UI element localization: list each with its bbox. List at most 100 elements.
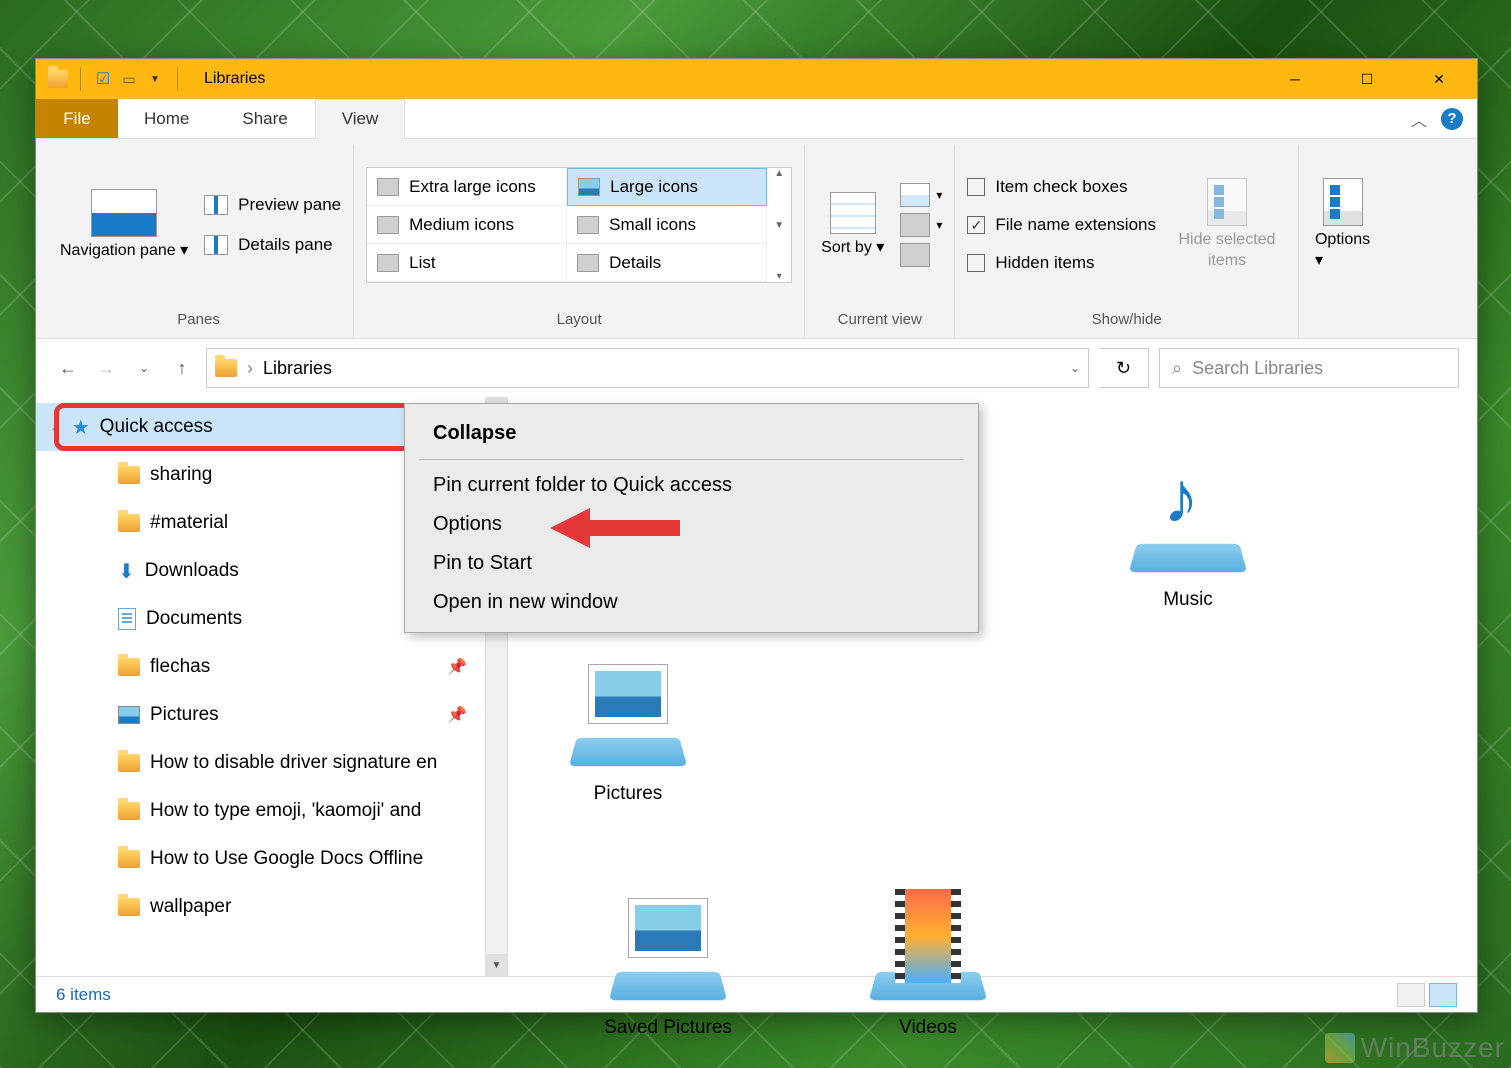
sidebar-item-label: #material bbox=[150, 512, 228, 534]
sidebar-item[interactable]: Pictures📌 bbox=[36, 691, 507, 739]
current-view-group-label: Current view bbox=[817, 305, 942, 338]
medium-icons-button[interactable]: Medium icons bbox=[367, 206, 567, 244]
forward-button[interactable]: → bbox=[92, 354, 120, 382]
quick-access-label: Quick access bbox=[100, 416, 213, 438]
medium-icons-icon bbox=[377, 216, 399, 234]
home-tab[interactable]: Home bbox=[118, 99, 216, 138]
list-button[interactable]: List bbox=[367, 244, 567, 282]
scroll-down-icon[interactable]: ▼ bbox=[486, 954, 507, 976]
document-icon bbox=[118, 608, 136, 630]
library-label: Saved Pictures bbox=[604, 1017, 732, 1039]
hidden-items-toggle[interactable]: Hidden items bbox=[967, 247, 1156, 279]
ribbon: Navigation pane ▾ Preview pane Details p… bbox=[36, 139, 1477, 339]
sidebar-item[interactable]: flechas📌 bbox=[36, 643, 507, 691]
search-input[interactable]: ⌕ Search Libraries bbox=[1159, 348, 1459, 388]
scroll-down-icon[interactable]: ▼ bbox=[774, 220, 784, 231]
layout-group: Extra large icons Large icons ▲ ▼ ▾ Medium… bbox=[354, 145, 805, 338]
ctx-options[interactable]: Options bbox=[405, 505, 978, 544]
share-tab[interactable]: Share bbox=[216, 99, 314, 138]
navigation-pane-button[interactable]: Navigation pane ▾ bbox=[56, 189, 192, 262]
maximize-button[interactable]: ☐ bbox=[1331, 59, 1403, 99]
size-columns-button[interactable] bbox=[900, 243, 942, 267]
add-columns-button[interactable]: ▾ bbox=[900, 213, 942, 237]
folder-icon bbox=[118, 754, 140, 772]
xl-icons-icon bbox=[377, 178, 399, 196]
chevron-down-icon[interactable]: ⌄ bbox=[50, 419, 62, 436]
large-icons-button[interactable]: Large icons bbox=[567, 168, 767, 206]
sidebar-item-label: How to Use Google Docs Offline bbox=[150, 848, 423, 870]
status-bar: 6 items bbox=[36, 976, 1477, 1012]
sort-by-icon bbox=[830, 192, 876, 234]
sidebar-item-label: How to type emoji, 'kaomoji' and bbox=[150, 800, 421, 822]
up-button[interactable]: ↑ bbox=[168, 354, 196, 382]
help-icon[interactable]: ? bbox=[1441, 108, 1463, 130]
sidebar-item[interactable]: How to type emoji, 'kaomoji' and bbox=[36, 787, 507, 835]
folder-icon bbox=[118, 658, 140, 676]
file-tab[interactable]: File bbox=[36, 99, 118, 138]
ctx-collapse[interactable]: Collapse bbox=[405, 414, 978, 453]
layout-scroll[interactable]: ▲ ▼ ▾ bbox=[767, 168, 791, 282]
sidebar-item-label: How to disable driver signature en bbox=[150, 752, 437, 774]
new-folder-icon[interactable]: ▭ bbox=[119, 69, 139, 89]
folder-icon bbox=[215, 359, 237, 377]
group-by-button[interactable]: ▾ bbox=[900, 183, 942, 207]
address-input[interactable]: › Libraries ⌄ bbox=[206, 348, 1089, 388]
item-count: 6 items bbox=[56, 985, 111, 1005]
small-icons-button[interactable]: Small icons bbox=[567, 206, 767, 244]
nav-pane-label: Navigation pane ▾ bbox=[60, 241, 188, 262]
library-label: Pictures bbox=[594, 783, 663, 805]
scroll-up-icon[interactable]: ▲ bbox=[774, 168, 784, 179]
refresh-button[interactable]: ↻ bbox=[1099, 348, 1149, 388]
details-button[interactable]: Details bbox=[567, 244, 767, 282]
recent-locations-button[interactable]: ⌄ bbox=[130, 354, 158, 382]
titlebar[interactable]: ☑ ▭ ▼ Libraries ─ ☐ ✕ bbox=[36, 59, 1477, 99]
back-button[interactable]: ← bbox=[54, 354, 82, 382]
ctx-pin-current[interactable]: Pin current folder to Quick access bbox=[405, 466, 978, 505]
show-hide-group: Item check boxes ✓File name extensions H… bbox=[955, 145, 1299, 338]
details-pane-button[interactable]: Details pane bbox=[204, 235, 341, 255]
properties-icon[interactable]: ☑ bbox=[93, 69, 113, 89]
sidebar-item[interactable]: How to disable driver signature en bbox=[36, 739, 507, 787]
divider bbox=[177, 67, 178, 91]
sidebar-item[interactable]: wallpaper bbox=[36, 883, 507, 931]
address-dropdown-icon[interactable]: ⌄ bbox=[1070, 361, 1080, 375]
qat-dropdown-icon[interactable]: ▼ bbox=[145, 69, 165, 89]
window-title: Libraries bbox=[204, 70, 265, 88]
address-bar: ← → ⌄ ↑ › Libraries ⌄ ↻ ⌕ Search Librari… bbox=[36, 339, 1477, 397]
details-pane-icon bbox=[204, 235, 228, 255]
collapse-ribbon-icon[interactable]: ︿ bbox=[1411, 107, 1427, 131]
ctx-new-window[interactable]: Open in new window bbox=[405, 583, 978, 622]
breadcrumb-location[interactable]: Libraries bbox=[263, 358, 332, 379]
library-item-pictures[interactable]: Pictures bbox=[538, 651, 718, 805]
current-view-group: Sort by ▾ ▾ ▾ Current view bbox=[805, 145, 955, 338]
size-columns-icon bbox=[900, 243, 930, 267]
list-icon bbox=[377, 254, 399, 272]
extra-large-icons-button[interactable]: Extra large icons bbox=[367, 168, 567, 206]
details-view-button[interactable] bbox=[1397, 983, 1425, 1007]
view-tab[interactable]: View bbox=[315, 99, 406, 139]
folder-icon bbox=[118, 514, 140, 532]
sort-by-button[interactable]: Sort by ▾ bbox=[817, 192, 888, 259]
close-button[interactable]: ✕ bbox=[1403, 59, 1475, 99]
folder-icon bbox=[118, 802, 140, 820]
hide-selected-button[interactable]: Hide selected items bbox=[1168, 178, 1286, 272]
scroll-more-icon[interactable]: ▾ bbox=[777, 271, 782, 282]
options-group: Options▾ bbox=[1299, 145, 1386, 338]
watermark-icon bbox=[1325, 1033, 1355, 1063]
icons-view-button[interactable] bbox=[1429, 983, 1457, 1007]
ctx-pin-start[interactable]: Pin to Start bbox=[405, 544, 978, 583]
options-label: Options▾ bbox=[1315, 230, 1370, 272]
videos-icon bbox=[895, 889, 961, 983]
library-item-videos[interactable]: Videos bbox=[838, 885, 1018, 1039]
file-extensions-toggle[interactable]: ✓File name extensions bbox=[967, 209, 1156, 241]
sidebar-item-label: Pictures bbox=[150, 704, 219, 726]
options-button[interactable]: Options▾ bbox=[1311, 178, 1374, 272]
folder-icon bbox=[118, 898, 140, 916]
sidebar-item[interactable]: How to Use Google Docs Offline bbox=[36, 835, 507, 883]
item-checkboxes-toggle[interactable]: Item check boxes bbox=[967, 171, 1156, 203]
watermark: WinBuzzer bbox=[1325, 1032, 1505, 1064]
library-item-saved-pictures[interactable]: Saved Pictures bbox=[578, 885, 758, 1039]
preview-pane-button[interactable]: Preview pane bbox=[204, 195, 341, 215]
library-item-music[interactable]: ♪ Music bbox=[1098, 457, 1278, 611]
minimize-button[interactable]: ─ bbox=[1259, 59, 1331, 99]
